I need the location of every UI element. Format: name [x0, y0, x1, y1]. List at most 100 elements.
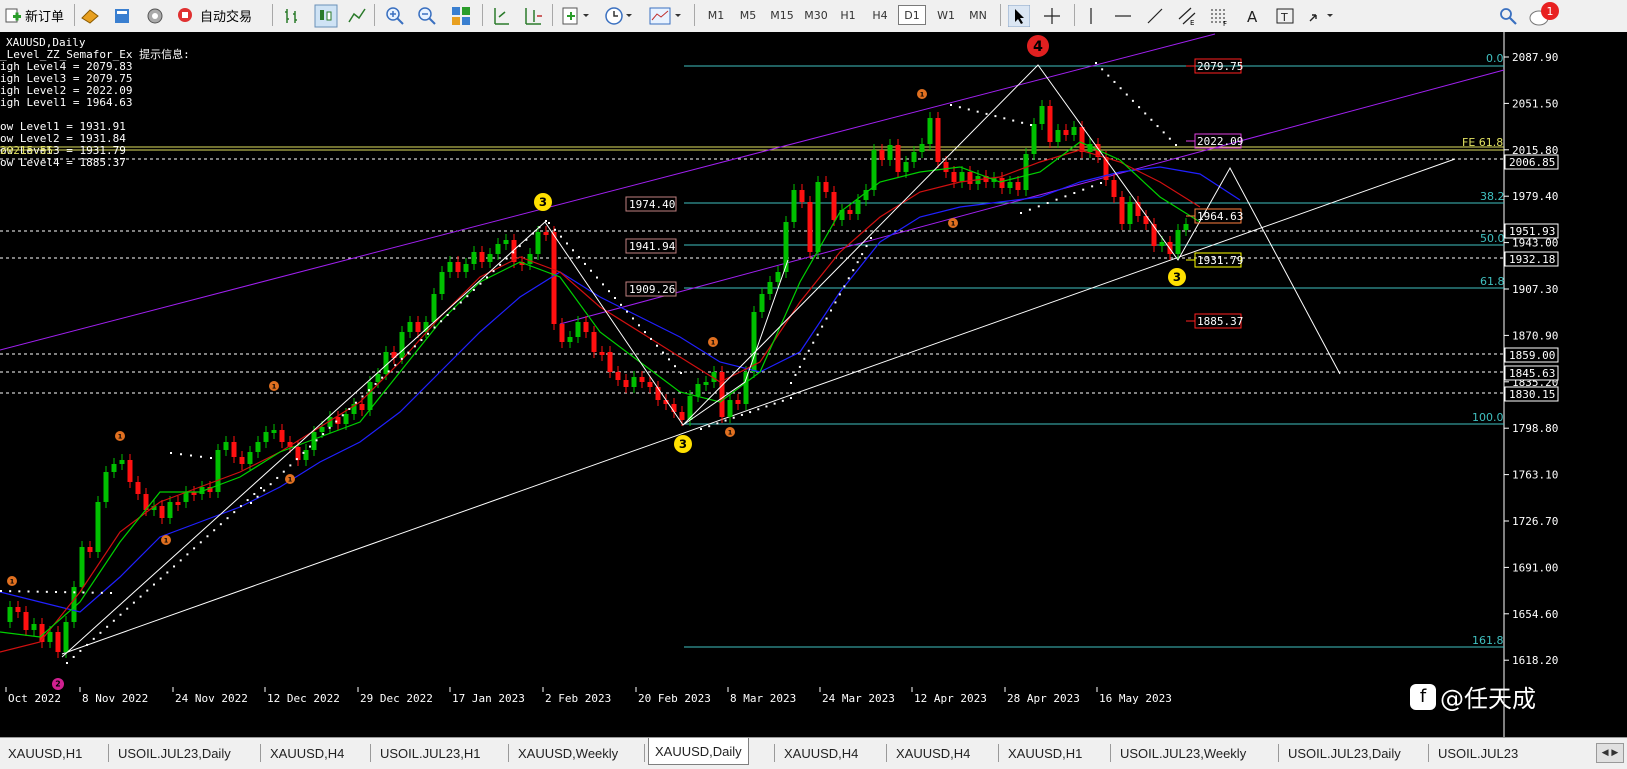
price-axis-label: 2051.50 — [1512, 97, 1558, 110]
semafor-marker-label: 1 — [118, 432, 123, 440]
chart-tab[interactable]: XAUUSD,H4 — [890, 742, 976, 764]
semafor-marker-label: 3 — [539, 195, 547, 209]
templates-icon[interactable] — [648, 5, 684, 27]
ma-fast-line — [0, 141, 1201, 638]
cursor-icon[interactable] — [1008, 5, 1030, 27]
navigator-icon[interactable] — [145, 6, 165, 26]
market-watch-icon[interactable] — [80, 6, 100, 26]
price-axis-label: 1870.90 — [1512, 329, 1558, 342]
chart-tab[interactable]: XAUUSD,H4 — [264, 742, 350, 764]
chart-tab[interactable]: XAUUSD,H1 — [1002, 742, 1088, 764]
date-axis-label: 16 May 2023 — [1099, 692, 1172, 705]
line-chart-icon[interactable] — [347, 6, 367, 26]
price-chart[interactable]: 2087.90 2051.50 2015.80 1979.40 1943.00 1907.… — [0, 32, 1627, 737]
semafor-marker-label: 1 — [164, 536, 169, 544]
chart-canvas[interactable]: 2087.902051.502015.801979.401943.001907.… — [0, 32, 1627, 737]
semafor-marker-label: 1 — [728, 428, 733, 436]
timeframe-h1-button[interactable]: H1 — [834, 5, 862, 25]
price-axis-label: 1943.00 — [1512, 237, 1558, 250]
tab-scroll-arrows[interactable]: ◀ ▶ — [1596, 743, 1624, 763]
date-axis-label: 8 Mar 2023 — [730, 692, 796, 705]
search-icon[interactable] — [1497, 5, 1519, 27]
equidistant-channel-icon[interactable]: E — [1176, 5, 1198, 27]
chart-tab[interactable]: XAUUSD,H4 — [778, 742, 864, 764]
date-axis-label: Oct 2022 — [8, 692, 61, 705]
level-box-label: 1941.94 — [629, 240, 676, 253]
bar-chart-icon[interactable] — [282, 6, 302, 26]
chart-tab[interactable]: XAUUSD,Weekly — [512, 742, 624, 764]
autoscroll-icon[interactable] — [490, 5, 512, 27]
auto-trading-label: 自动交易 — [200, 9, 253, 25]
date-axis-label: 24 Mar 2023 — [822, 692, 895, 705]
new-order-label: 新订单 — [25, 9, 65, 25]
chart-tab[interactable]: XAUUSD,Daily — [648, 738, 749, 765]
price-tag: 1845.63 — [1509, 367, 1555, 380]
text-icon[interactable]: A — [1242, 5, 1264, 27]
moving-averages — [0, 141, 1241, 653]
semafor-level-label: 2079.75 — [1197, 60, 1243, 73]
chart-shift-icon[interactable] — [522, 5, 544, 27]
semafor-marker-label: 1 — [272, 382, 277, 390]
main-toolbar: 新订单 自动交易 M1 M5 M15 M30 H1 H4 D1 W1 MN E … — [0, 0, 1627, 33]
chart-tab[interactable]: USOIL.JUL23 — [1432, 742, 1524, 764]
auto-trading-button[interactable]: 自动交易 — [176, 4, 252, 26]
periods-icon[interactable] — [604, 5, 634, 27]
timeframe-m1-button[interactable]: M1 — [702, 5, 730, 25]
fibonacci-labels: 0.0 FE 61.8 38.2 50.0 61.8 100.0 161.8 — [1462, 52, 1505, 647]
chart-tab[interactable]: XAUUSD,H1 — [2, 742, 88, 764]
price-axis-label: 1618.20 — [1512, 654, 1558, 667]
fib-level-label: 100.0 — [1472, 411, 1504, 424]
date-axis-label: 20 Feb 2023 — [638, 692, 711, 705]
zoom-out-icon[interactable] — [416, 5, 438, 27]
auto-trading-icon — [178, 8, 192, 22]
price-axis-label: 1726.70 — [1512, 515, 1558, 528]
text-label-icon[interactable]: T — [1274, 5, 1296, 27]
timeframe-w1-button[interactable]: W1 — [932, 5, 960, 25]
mt4-window: 新订单 自动交易 M1 M5 M15 M30 H1 H4 D1 W1 MN E … — [0, 0, 1627, 769]
timeframe-m30-button[interactable]: M30 — [802, 5, 830, 25]
indicators-icon[interactable] — [561, 5, 591, 27]
channel-lower-line — [559, 69, 1505, 325]
watermark-logo-icon: f — [1410, 683, 1436, 710]
notification-badge: 1 — [1541, 2, 1559, 20]
date-axis-label: 2 Feb 2023 — [545, 692, 611, 705]
price-axis: 2087.902051.502015.801979.401943.001907.… — [1504, 51, 1559, 667]
trendline-icon[interactable] — [1144, 5, 1166, 27]
chart-tab[interactable]: USOIL.JUL23,Weekly — [1114, 742, 1252, 764]
ma-mid-line — [0, 149, 1201, 653]
tile-windows-icon[interactable] — [450, 5, 472, 27]
fibonacci-icon[interactable]: F — [1208, 5, 1230, 27]
chart-tab[interactable]: USOIL.JUL23,H1 — [374, 742, 486, 764]
arrows-icon[interactable] — [1306, 5, 1336, 27]
chart-tab[interactable]: USOIL.JUL23,Daily — [1282, 742, 1407, 764]
date-axis: Oct 2022 8 Nov 2022 24 Nov 2022 12 Dec 2022… — [5, 687, 1172, 705]
svg-text:F: F — [1223, 20, 1227, 27]
price-tag: 1951.93 — [1509, 225, 1555, 238]
semafor-marker-label: 3 — [679, 437, 687, 451]
data-window-icon[interactable] — [112, 6, 132, 26]
level-box-label: 1909.26 — [629, 283, 675, 296]
semafor-marker-label: 1 — [920, 90, 925, 98]
candle-chart-icon[interactable] — [314, 4, 338, 28]
chart-tab[interactable]: USOIL.JUL23,Daily — [112, 742, 237, 764]
new-order-icon — [5, 8, 21, 23]
level-boxes: 1974.40 1941.94 1909.26 — [625, 196, 677, 297]
crosshair-icon[interactable] — [1041, 5, 1063, 27]
timeframe-m5-button[interactable]: M5 — [734, 5, 762, 25]
timeframe-h4-button[interactable]: H4 — [866, 5, 894, 25]
timeframe-m15-button[interactable]: M15 — [768, 5, 796, 25]
timeframe-d1-button[interactable]: D1 — [898, 5, 926, 25]
horizontal-line-icon[interactable] — [1112, 5, 1134, 27]
overlap-text: 20215.55 — [0, 144, 53, 157]
fib-level-label: 0.0 — [1486, 52, 1504, 65]
fib-level-label: 161.8 — [1472, 634, 1504, 647]
vertical-line-icon[interactable] — [1080, 5, 1102, 27]
timeframe-mn-button[interactable]: MN — [964, 5, 992, 25]
chart-info: XAUUSD,Daily _Level_ZZ_Semafor_Ex 提示信息: … — [0, 37, 190, 169]
price-axis-label: 1654.60 — [1512, 608, 1558, 621]
date-axis-label: 8 Nov 2022 — [82, 692, 148, 705]
price-tag: 1859.00 — [1509, 349, 1555, 362]
zoom-in-icon[interactable] — [384, 5, 406, 27]
new-order-button[interactable]: 新订单 — [4, 4, 64, 26]
price-axis-label: 1691.00 — [1512, 561, 1558, 574]
